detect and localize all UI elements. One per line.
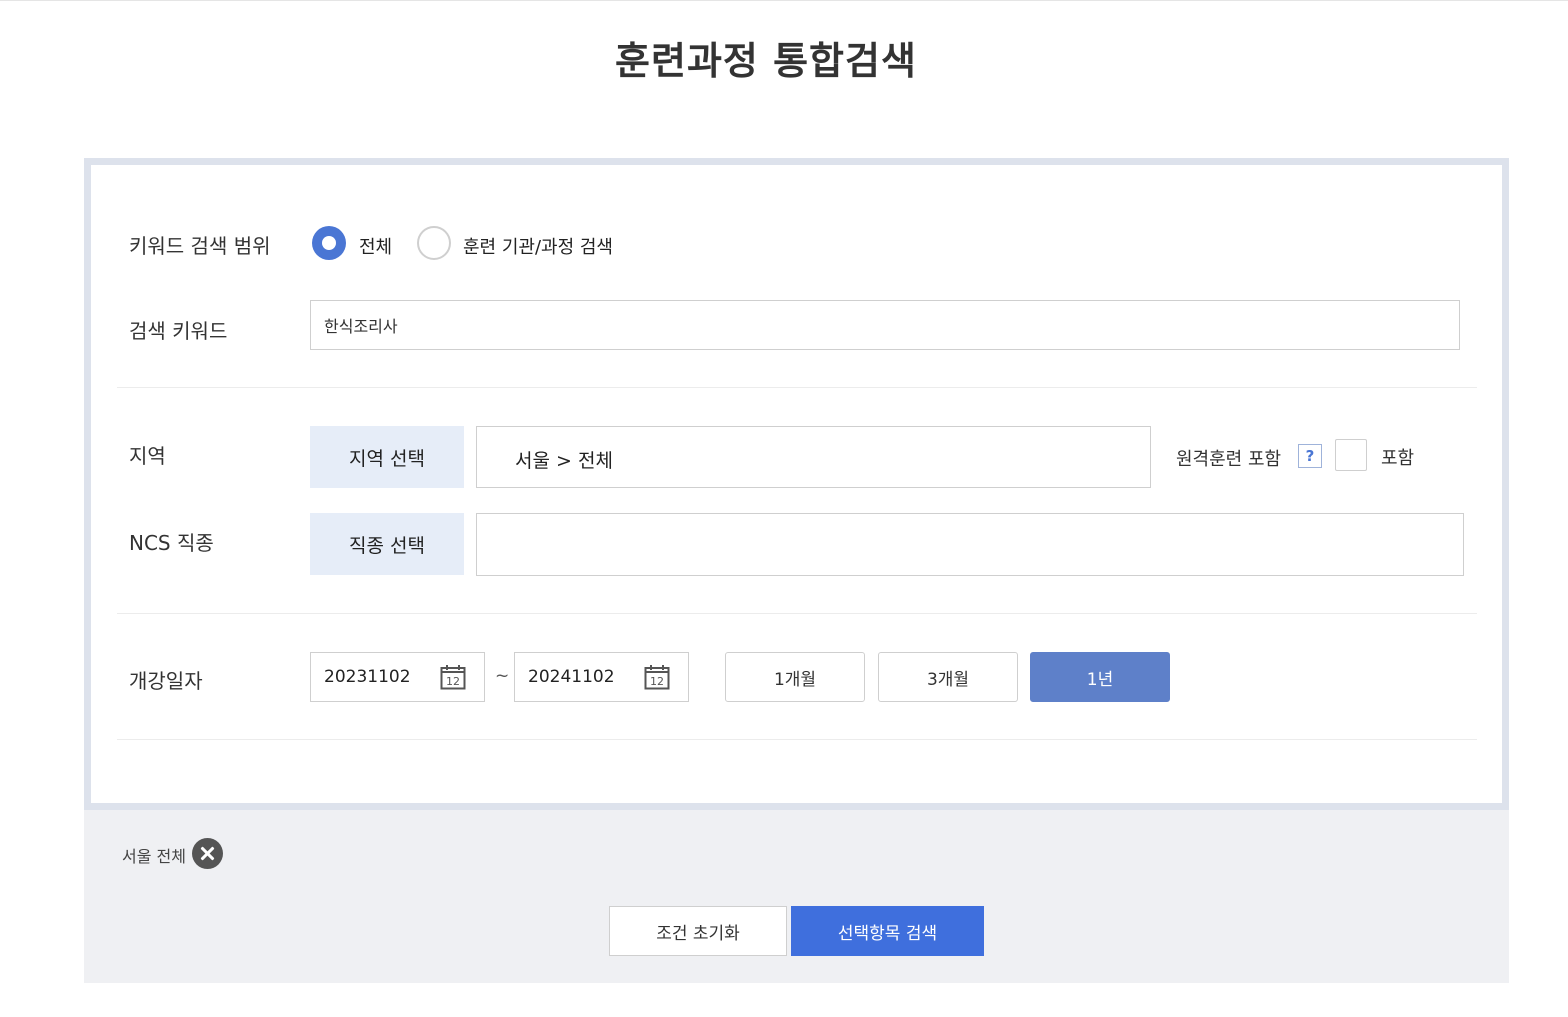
calendar-icon[interactable]: 12 [440, 664, 466, 690]
open-date-label: 개강일자 [129, 669, 203, 693]
radio-scope-all[interactable] [312, 226, 346, 260]
search-form: 키워드 검색 범위 전체 훈련 기관/과정 검색 검색 키워드 지역 지역 선택… [91, 165, 1502, 803]
ncs-label: NCS 직종 [129, 531, 214, 555]
remote-include-label[interactable]: 포함 [1381, 444, 1414, 470]
ncs-value-field[interactable] [476, 513, 1464, 576]
region-value-field[interactable]: 서울 > 전체 [476, 426, 1151, 488]
section-divider [117, 613, 1477, 614]
region-label: 지역 [129, 444, 166, 468]
ncs-select-button[interactable]: 직종 선택 [310, 513, 464, 575]
top-divider [0, 0, 1568, 1]
region-value: 서울 > 전체 [515, 450, 613, 472]
radio-scope-institution-label[interactable]: 훈련 기관/과정 검색 [463, 233, 613, 259]
period-1-year-button[interactable]: 1년 [1030, 652, 1170, 702]
search-button[interactable]: 선택항목 검색 [791, 906, 984, 956]
keyword-label: 검색 키워드 [129, 319, 228, 343]
radio-scope-all-label[interactable]: 전체 [359, 233, 392, 259]
calendar-day: 12 [446, 675, 460, 688]
start-date-value: 20231102 [324, 667, 411, 687]
remote-training-label: 원격훈련 포함 [1176, 449, 1282, 470]
region-select-button[interactable]: 지역 선택 [310, 426, 464, 488]
search-frame: 키워드 검색 범위 전체 훈련 기관/과정 검색 검색 키워드 지역 지역 선택… [84, 158, 1509, 810]
period-1-month-button[interactable]: 1개월 [725, 652, 865, 702]
date-range-separator: ~ [495, 666, 510, 686]
calendar-icon[interactable]: 12 [644, 664, 670, 690]
section-divider [117, 739, 1477, 740]
radio-scope-institution[interactable] [417, 226, 451, 260]
calendar-day: 12 [650, 675, 664, 688]
end-date-field[interactable]: 20241102 12 [514, 652, 689, 702]
filter-chip-label: 서울 전체 [122, 847, 186, 866]
end-date-value: 20241102 [528, 667, 615, 687]
page-title: 훈련과정 통합검색 [615, 39, 917, 83]
help-icon[interactable]: ? [1298, 444, 1322, 468]
reset-button[interactable]: 조건 초기화 [609, 906, 787, 956]
keyword-scope-label: 키워드 검색 범위 [129, 234, 271, 258]
section-divider [117, 387, 1477, 388]
page: 훈련과정 통합검색 키워드 검색 범위 전체 훈련 기관/과정 검색 검색 키워… [0, 0, 1568, 1017]
keyword-input[interactable] [310, 300, 1460, 350]
start-date-field[interactable]: 20231102 12 [310, 652, 485, 702]
selected-filters-panel: 서울 전체 조건 초기화 선택항목 검색 [84, 810, 1509, 983]
close-icon[interactable] [192, 838, 223, 869]
period-3-month-button[interactable]: 3개월 [878, 652, 1018, 702]
remote-include-checkbox[interactable] [1335, 439, 1367, 471]
